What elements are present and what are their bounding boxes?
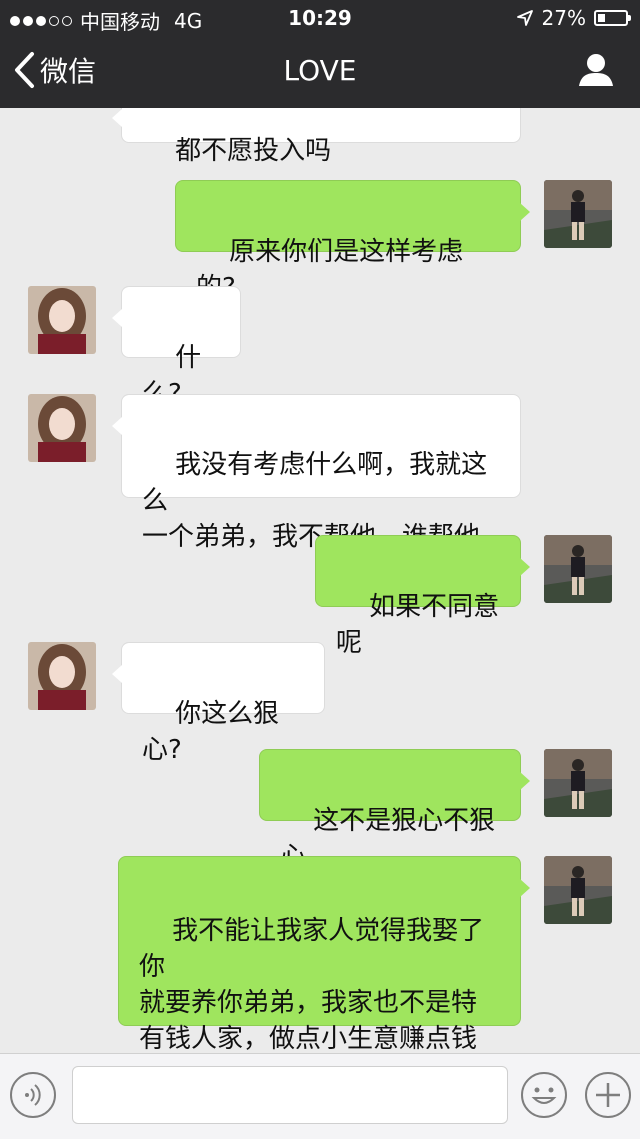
- status-bar: 中国移动 4G 10:29 27%: [0, 0, 640, 36]
- message-bubble-incoming[interactable]: 我没有考虑什么啊，我就这么 一个弟弟，我不帮他，谁帮他: [112, 394, 521, 552]
- chat-info-button[interactable]: [576, 50, 616, 90]
- message-bubble-outgoing[interactable]: 原来你们是这样考虑的?: [175, 180, 530, 303]
- chat-area[interactable]: 都不愿投入吗 原来你们是这样考虑的? 什么?: [0, 108, 640, 1053]
- status-right: 27%: [516, 6, 631, 30]
- avatar-self[interactable]: [544, 180, 612, 248]
- message-text: 我不能让我家人觉得我娶了你 就要养你弟弟，我家也不是特 有钱人家，做点小生意赚点…: [139, 916, 485, 1053]
- location-arrow-icon: [516, 10, 533, 26]
- avatar-contact[interactable]: [28, 286, 96, 354]
- message-bubble-incoming[interactable]: 你这么狠心?: [112, 642, 325, 765]
- message-bubble-outgoing[interactable]: 如果不同意呢: [315, 535, 530, 658]
- message-bubble-incoming[interactable]: 都不愿投入吗: [112, 108, 521, 166]
- avatar-self[interactable]: [544, 535, 612, 603]
- emoji-button[interactable]: [521, 1072, 567, 1118]
- input-bar: [0, 1053, 640, 1139]
- smiley-face-icon: [531, 1087, 557, 1104]
- avatar-self[interactable]: [544, 749, 612, 817]
- voice-wave-icon: [25, 1084, 41, 1106]
- message-text: 如果不同意呢: [336, 592, 500, 658]
- plus-icon: [596, 1083, 620, 1107]
- message-input[interactable]: [72, 1066, 508, 1124]
- avatar-self[interactable]: [544, 856, 612, 924]
- more-options-button[interactable]: [585, 1072, 631, 1118]
- message-bubble-outgoing[interactable]: 我不能让我家人觉得我娶了你 就要养你弟弟，我家也不是特 有钱人家，做点小生意赚点…: [118, 856, 530, 1053]
- voice-input-button[interactable]: [10, 1072, 56, 1118]
- message-bubble-incoming[interactable]: 什么?: [112, 286, 241, 409]
- chat-title: LOVE: [283, 54, 357, 87]
- nav-bar: 微信 LOVE: [0, 36, 640, 108]
- person-icon: [579, 54, 613, 86]
- avatar-contact[interactable]: [28, 394, 96, 462]
- battery-percent: 27%: [541, 6, 586, 30]
- message-text: 都不愿投入吗: [175, 136, 332, 166]
- battery-icon: [594, 10, 631, 26]
- avatar-contact[interactable]: [28, 642, 96, 710]
- message-bubble-outgoing[interactable]: 这不是狠心不狠心: [259, 749, 530, 872]
